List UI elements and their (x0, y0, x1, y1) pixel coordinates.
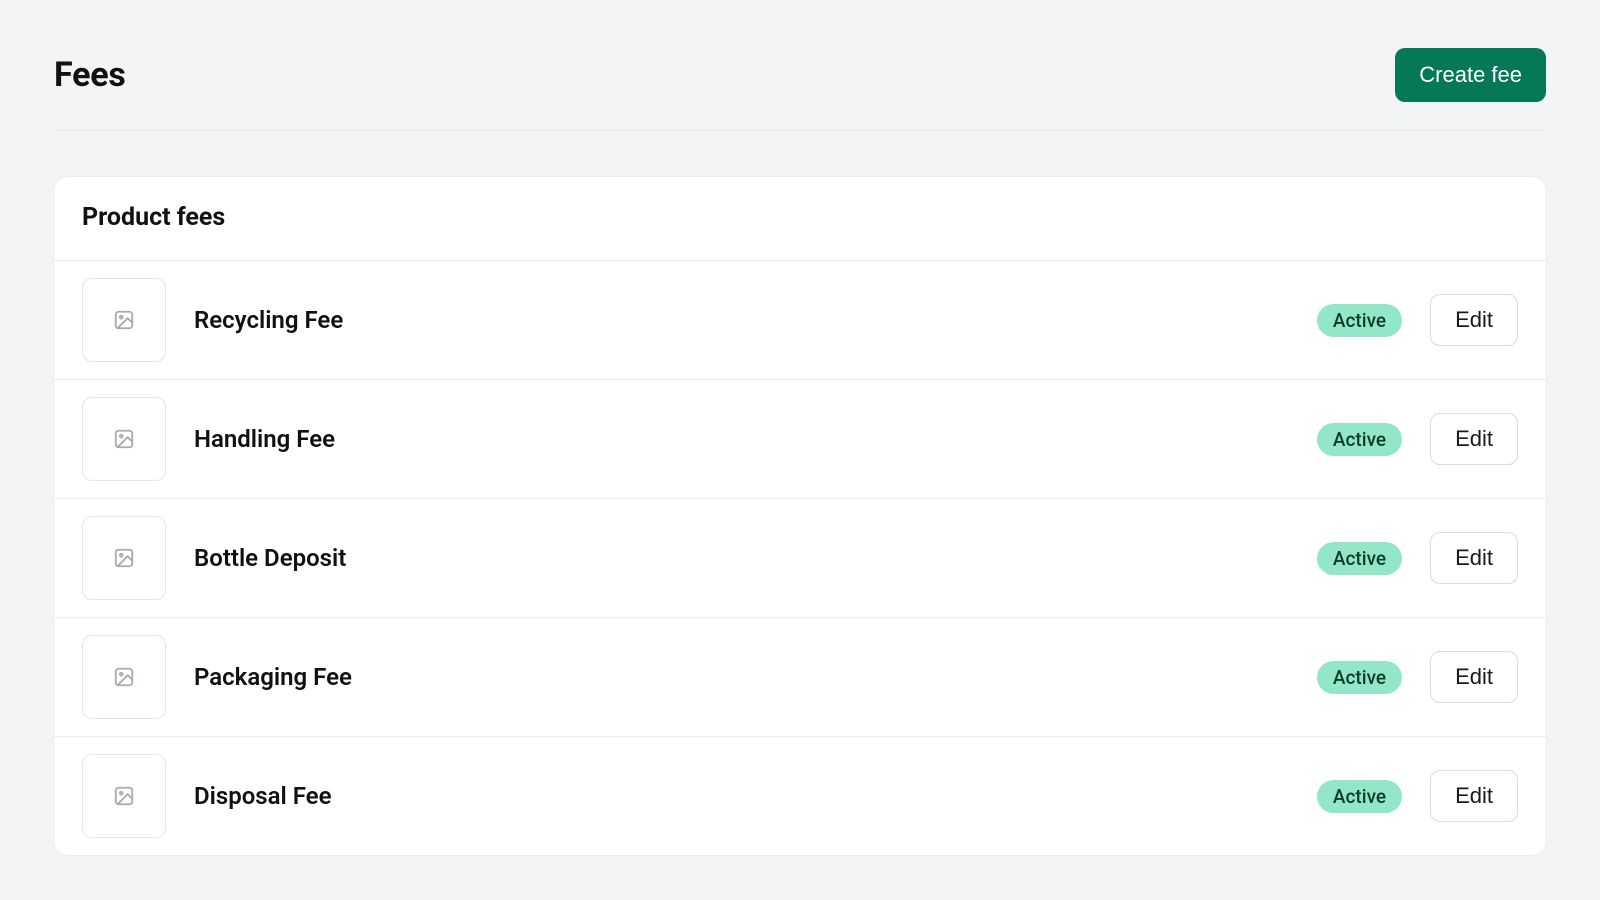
status-badge: Active (1317, 780, 1402, 813)
edit-button[interactable]: Edit (1430, 651, 1518, 703)
image-placeholder-icon (82, 754, 166, 838)
edit-button[interactable]: Edit (1430, 413, 1518, 465)
fee-row: Disposal Fee Active Edit (54, 736, 1546, 855)
card-title: Product fees (82, 203, 1518, 232)
create-fee-button[interactable]: Create fee (1395, 48, 1546, 102)
page-header: Fees Create fee (54, 48, 1546, 131)
edit-button[interactable]: Edit (1430, 770, 1518, 822)
edit-button[interactable]: Edit (1430, 294, 1518, 346)
fee-row: Recycling Fee Active Edit (54, 260, 1546, 379)
status-badge: Active (1317, 304, 1402, 337)
card-header: Product fees (54, 177, 1546, 260)
fee-name: Bottle Deposit (194, 544, 1289, 572)
status-badge: Active (1317, 423, 1402, 456)
page-title: Fees (54, 55, 126, 95)
fee-row: Bottle Deposit Active Edit (54, 498, 1546, 617)
image-placeholder-icon (82, 278, 166, 362)
image-placeholder-icon (82, 516, 166, 600)
fee-name: Disposal Fee (194, 782, 1289, 810)
fee-name: Recycling Fee (194, 306, 1289, 334)
fee-name: Handling Fee (194, 425, 1289, 453)
image-placeholder-icon (82, 635, 166, 719)
fee-list: Recycling Fee Active Edit Handling Fee Acti… (54, 260, 1546, 855)
fee-row: Packaging Fee Active Edit (54, 617, 1546, 736)
status-badge: Active (1317, 661, 1402, 694)
status-badge: Active (1317, 542, 1402, 575)
fees-page: Fees Create fee Product fees Recycling F… (0, 0, 1600, 855)
edit-button[interactable]: Edit (1430, 532, 1518, 584)
product-fees-card: Product fees Recycling Fee Active Edit Han… (54, 177, 1546, 855)
fee-name: Packaging Fee (194, 663, 1289, 691)
fee-row: Handling Fee Active Edit (54, 379, 1546, 498)
image-placeholder-icon (82, 397, 166, 481)
